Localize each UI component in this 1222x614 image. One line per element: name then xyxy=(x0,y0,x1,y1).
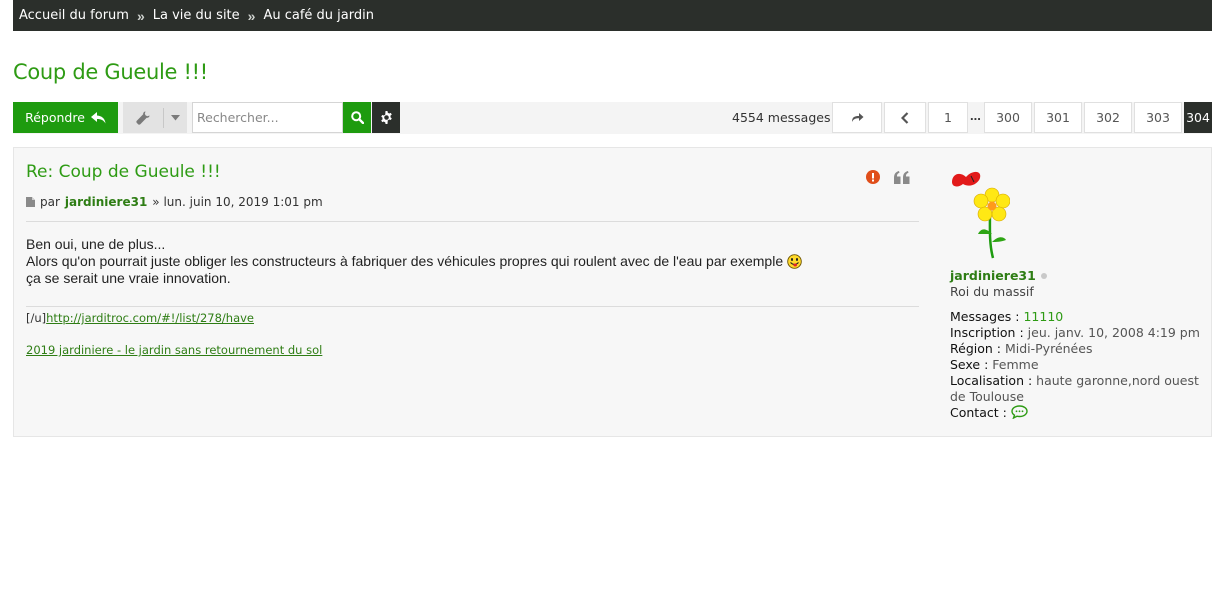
profile-inscription: Inscription : jeu. janv. 10, 2008 4:19 p… xyxy=(950,325,1205,341)
profile-inscription-label: Inscription : xyxy=(950,325,1024,340)
profile-localisation: Localisation : haute garonne,nord ouest … xyxy=(950,373,1205,405)
page-button-1[interactable]: 1 xyxy=(928,102,968,133)
author-profile: jardiniere31 Roi du massif Messages : 11… xyxy=(950,168,1205,421)
profile-rank: Roi du massif xyxy=(950,284,1034,299)
pagination-ellipsis: ... xyxy=(970,108,981,123)
reply-icon xyxy=(90,111,106,123)
caret-down-icon xyxy=(171,114,180,120)
post: Re: Coup de Gueule !!! par jardiniere31 … xyxy=(13,147,1212,437)
previous-page-button[interactable] xyxy=(884,102,926,133)
breadcrumb-separator: » xyxy=(136,7,145,24)
search-input[interactable] xyxy=(192,102,343,133)
post-count: 4554 messages xyxy=(732,110,831,125)
post-signature: [/u]http://jarditroc.com/#!/list/278/hav… xyxy=(26,311,322,357)
advanced-search-button[interactable] xyxy=(372,102,400,133)
chevron-left-icon xyxy=(901,111,909,124)
breadcrumb-item-site-life[interactable]: La vie du site xyxy=(153,8,240,23)
reply-button[interactable]: Répondre xyxy=(13,102,118,133)
profile-region-label: Région : xyxy=(950,341,1001,356)
post-date: » lun. juin 10, 2019 1:01 pm xyxy=(152,195,323,209)
post-line: Ben oui, une de plus... xyxy=(26,236,166,252)
profile-region: Région : Midi-Pyrénées xyxy=(950,341,1205,357)
profile-messages-label: Messages : xyxy=(950,309,1020,324)
post-file-icon[interactable] xyxy=(26,197,35,207)
post-title[interactable]: Re: Coup de Gueule !!! xyxy=(26,162,221,182)
page-button-303[interactable]: 303 xyxy=(1134,102,1182,133)
profile-sexe-value: Femme xyxy=(992,357,1039,372)
profile-username-link[interactable]: jardiniere31 xyxy=(950,268,1036,283)
share-arrow-icon xyxy=(851,113,863,122)
search-button[interactable] xyxy=(343,102,371,133)
speech-bubble-icon[interactable] xyxy=(1011,405,1028,420)
reply-button-label: Répondre xyxy=(25,110,85,125)
gear-icon xyxy=(380,111,392,124)
page-button-301[interactable]: 301 xyxy=(1034,102,1082,133)
quote-icon[interactable] xyxy=(894,170,910,184)
profile-username-row: jardiniere31 xyxy=(950,268,1205,283)
smiley-tongue-icon xyxy=(787,254,802,269)
profile-messages: Messages : 11110 xyxy=(950,309,1205,325)
page-button-302[interactable]: 302 xyxy=(1084,102,1132,133)
wrench-icon xyxy=(136,111,150,125)
post-actions xyxy=(866,170,910,184)
breadcrumb-separator: » xyxy=(247,7,256,24)
breadcrumb-navbar: Accueil du forum » La vie du site » Au c… xyxy=(13,0,1212,31)
action-bar: Répondre 4554 messages 1 ... 300 301 302… xyxy=(13,102,1212,134)
report-icon[interactable] xyxy=(866,170,880,184)
post-meta: par jardiniere31 » lun. juin 10, 2019 1:… xyxy=(26,195,323,209)
post-content: Ben oui, une de plus... Alors qu'on pour… xyxy=(26,236,919,287)
post-divider xyxy=(26,221,919,222)
post-line: Alors qu'on pourrait juste obliger les c… xyxy=(26,253,784,269)
signature-prefix: [/u] xyxy=(26,311,47,325)
topic-title[interactable]: Coup de Gueule !!! xyxy=(13,60,208,84)
profile-sexe: Sexe : Femme xyxy=(950,357,1205,373)
profile-region-value: Midi-Pyrénées xyxy=(1004,341,1093,356)
profile-contact-label: Contact : xyxy=(950,405,1007,420)
profile-localisation-label: Localisation : xyxy=(950,373,1033,388)
profile-inscription-value: jeu. janv. 10, 2008 4:19 pm xyxy=(1027,325,1200,340)
post-line-with-smiley: Alors qu'on pourrait juste obliger les c… xyxy=(26,253,919,270)
search-icon xyxy=(350,111,364,124)
topic-tools-button[interactable] xyxy=(123,102,187,133)
signature-divider xyxy=(26,306,919,307)
post-author-link[interactable]: jardiniere31 xyxy=(65,195,147,209)
breadcrumb-item-garden-cafe[interactable]: Au café du jardin xyxy=(263,8,374,23)
offline-status-dot xyxy=(1040,272,1047,279)
post-line: ça se serait une vraie innovation. xyxy=(26,270,231,286)
post-by-label: par xyxy=(40,195,60,209)
profile-messages-link[interactable]: 11110 xyxy=(1023,309,1063,324)
avatar[interactable] xyxy=(950,168,1011,263)
profile-sexe-label: Sexe : xyxy=(950,357,989,372)
page-button-current: 304 xyxy=(1184,102,1212,133)
jump-to-page-button[interactable] xyxy=(832,102,882,133)
signature-link-jarditroc[interactable]: http://jarditroc.com/#!/list/278/have xyxy=(46,311,254,325)
page-button-300[interactable]: 300 xyxy=(984,102,1032,133)
breadcrumb-item-forum-home[interactable]: Accueil du forum xyxy=(19,8,129,23)
signature-link-garden[interactable]: 2019 jardiniere - le jardin sans retourn… xyxy=(26,343,322,357)
profile-contact: Contact : xyxy=(950,405,1205,421)
